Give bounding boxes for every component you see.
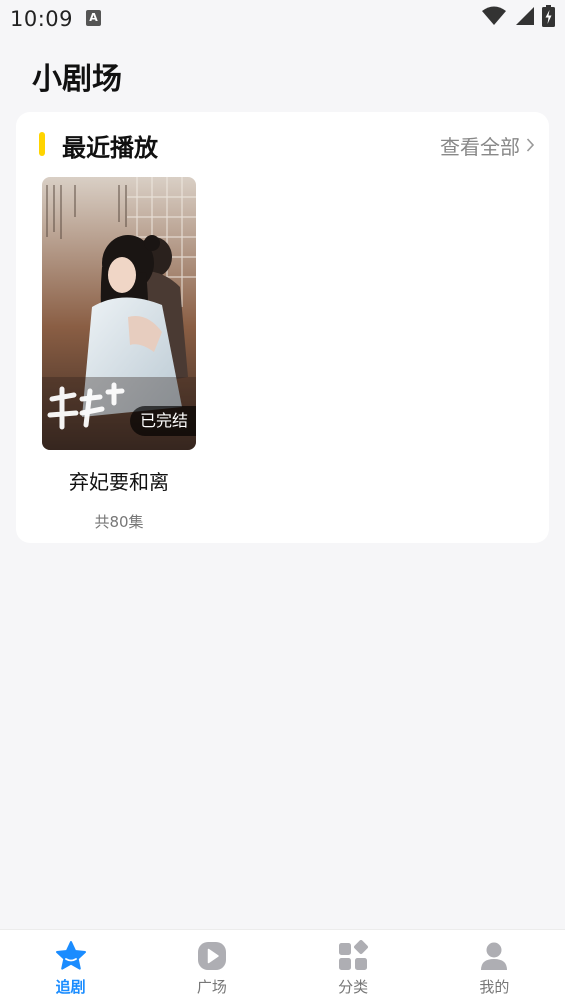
section-accent-bar — [39, 132, 45, 156]
nav-item-mine[interactable]: 我的 — [424, 930, 565, 1004]
battery-charging-icon — [542, 5, 555, 31]
user-icon — [481, 942, 508, 970]
view-all-label: 查看全部 — [440, 135, 520, 159]
star-icon — [55, 941, 86, 970]
nav-label-mine: 我的 — [479, 978, 510, 996]
signal-icon — [514, 6, 534, 30]
completed-badge: 已完结 — [129, 406, 196, 436]
view-all-button[interactable]: 查看全部 — [440, 131, 535, 160]
wifi-icon — [482, 6, 506, 30]
nav-label-square: 广场 — [196, 978, 227, 996]
bottom-nav: 追剧 广场 分类 我的 — [0, 929, 565, 1004]
drama-episode-count: 共80集 — [94, 513, 144, 531]
nav-item-square[interactable]: 广场 — [141, 930, 282, 1004]
play-icon — [197, 942, 226, 970]
chevron-right-icon — [526, 134, 535, 158]
status-time: 10:09 — [10, 7, 74, 31]
app-screen: 10:09 A 小剧场 最近播放 查看全部 已完结 弃妃要和离 共80集 追剧 … — [0, 0, 565, 1004]
drama-item[interactable]: 已完结 弃妃要和离 共80集 — [42, 177, 196, 532]
nav-item-category[interactable]: 分类 — [283, 930, 424, 1004]
nav-item-follow[interactable]: 追剧 — [0, 930, 141, 1004]
nav-label-follow: 追剧 — [55, 978, 86, 996]
status-icons — [482, 5, 555, 31]
drama-title: 弃妃要和离 — [69, 470, 169, 494]
notification-badge-icon: A — [86, 10, 101, 26]
page-title: 小剧场 — [32, 62, 122, 97]
recent-plays-card: 最近播放 查看全部 已完结 弃妃要和离 共80集 — [16, 112, 549, 543]
grid-icon — [339, 940, 369, 970]
status-bar: 10:09 A — [0, 0, 565, 38]
nav-label-category: 分类 — [338, 978, 369, 996]
drama-poster[interactable]: 已完结 — [42, 177, 196, 450]
section-title: 最近播放 — [62, 134, 158, 162]
